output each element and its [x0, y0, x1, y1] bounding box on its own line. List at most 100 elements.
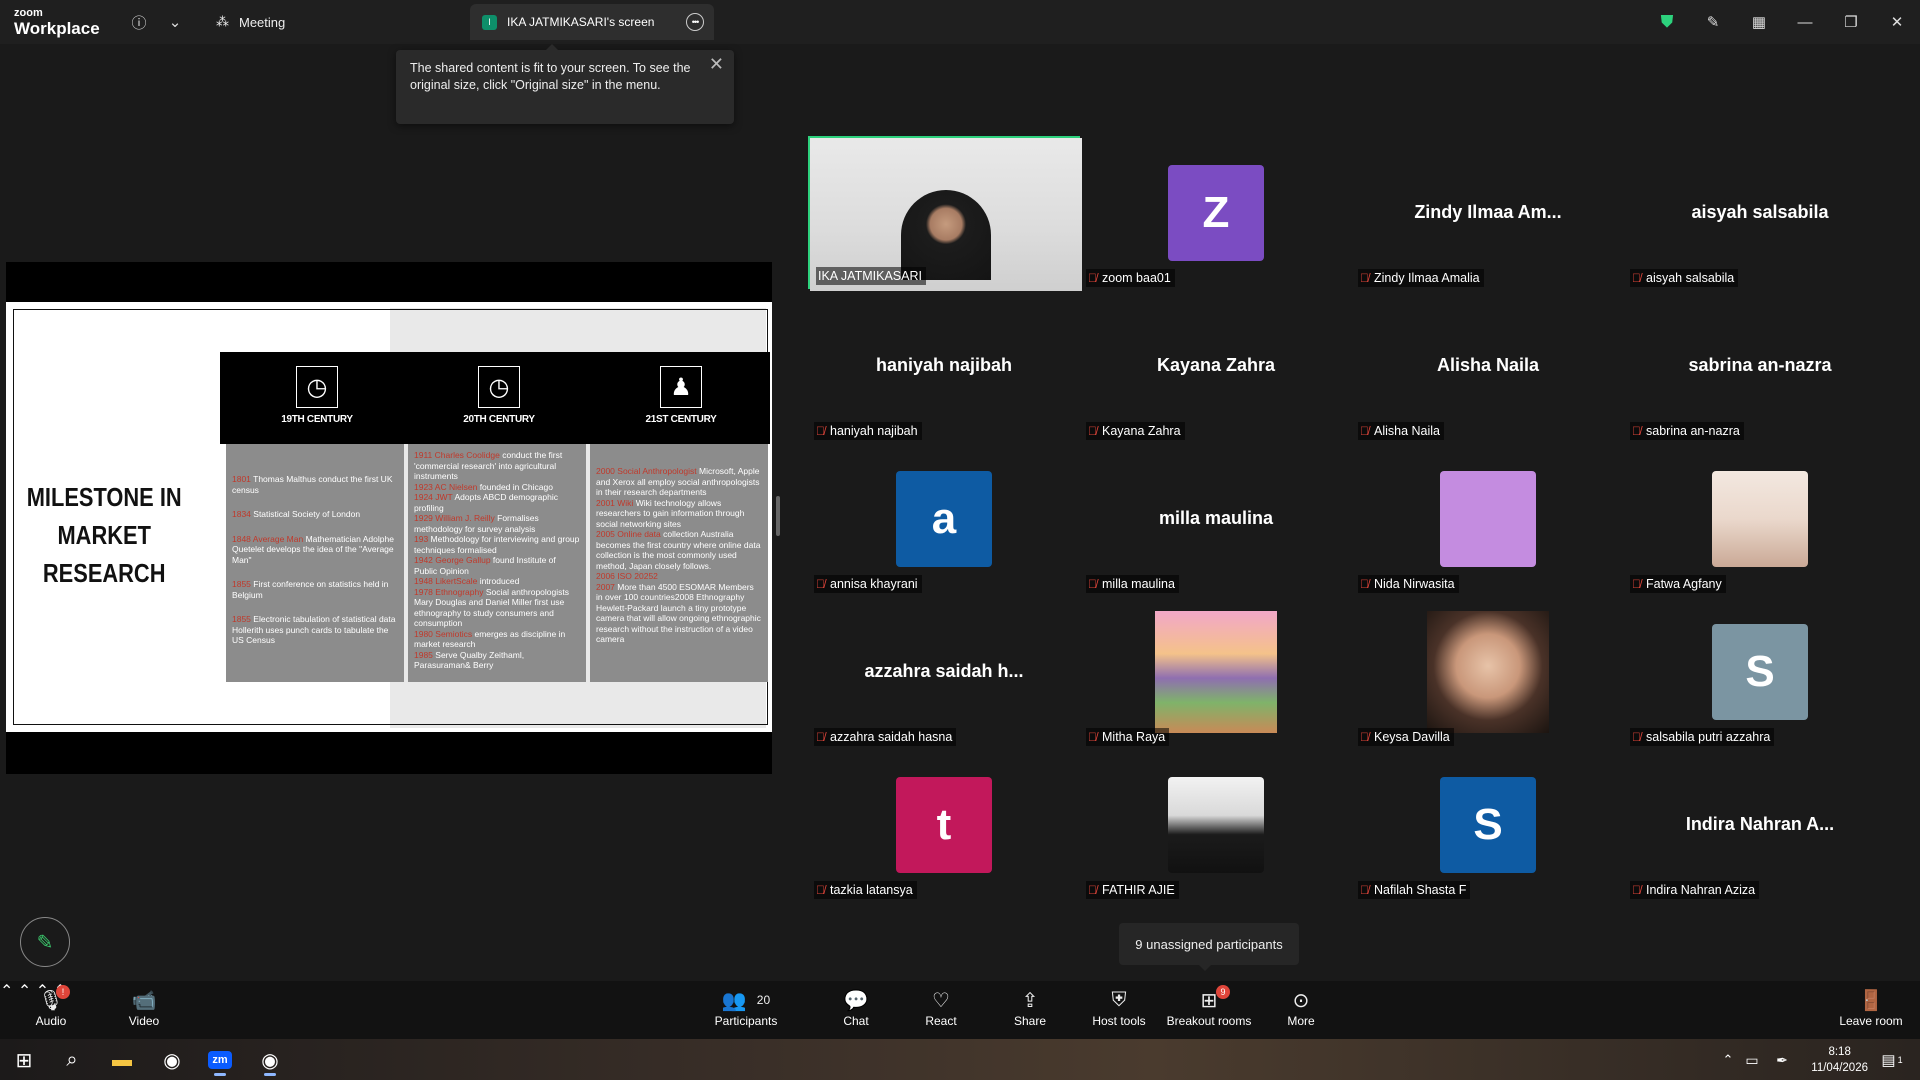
unassigned-participants-tooltip: 9 unassigned participants [1119, 923, 1299, 971]
layout-icon[interactable]: ▦ [1736, 0, 1782, 44]
screen-share-tab[interactable]: I IKA JATMIKASARI's screen ••• [470, 4, 714, 40]
participant-name: IKA JATMIKASARI [818, 269, 922, 283]
timeline-year: 1985 [414, 649, 436, 660]
close-icon[interactable]: ✕ [709, 55, 724, 73]
participant-name-label: 🎙̸ salsabila putri azzahra [1630, 728, 1775, 746]
mic-muted-icon: 🎙̸ [1632, 883, 1641, 897]
participant-tile[interactable]: 🎙̸ Nida Nirwasita [1352, 442, 1624, 595]
participant-tile[interactable]: t 🎙̸ tazkia latansya [808, 748, 1080, 901]
share-icon: ⇪ [1021, 989, 1039, 1012]
participant-tile[interactable]: 🎙̸ Keysa Davilla [1352, 595, 1624, 748]
participant-name: salsabila putri azzahra [1646, 730, 1771, 744]
breakout-grid-icon: ⊞ 9 [1164, 985, 1254, 1013]
participant-display-name: azzahra saidah h... [864, 661, 1024, 681]
audio-button[interactable]: 🎙! Audio [6, 985, 96, 1037]
participant-name-label: 🎙̸ zoom baa01 [1086, 269, 1175, 287]
participants-label: Participants [714, 1014, 778, 1028]
participant-tile[interactable]: 🎙̸ Fatwa Agfany [1624, 442, 1896, 595]
column-header: ♟ 21ST CENTURY [592, 352, 770, 444]
more-button[interactable]: ⊙ More [1256, 987, 1346, 1037]
split-handle[interactable] [776, 496, 780, 536]
fit-screen-tooltip: The shared content is fit to your screen… [396, 44, 734, 124]
chrome-icon-2[interactable]: ◉ [250, 1043, 290, 1077]
participant-name: aisyah salsabila [1646, 271, 1735, 285]
participant-name-label: 🎙̸ Nida Nirwasita [1358, 575, 1459, 593]
chrome-icon[interactable]: ◉ [152, 1043, 192, 1077]
timeline-year: 1911 Charles Coolidge [414, 450, 503, 460]
participant-tile[interactable]: milla maulina 🎙̸ milla maulina [1080, 442, 1352, 595]
avatar: a [896, 470, 992, 567]
leave-icon: 🚪 [1858, 989, 1884, 1012]
mic-muted-icon: 🎙̸ [1360, 271, 1369, 285]
participant-tile[interactable]: Indira Nahran A... 🎙̸ Indira Nahran Aziza [1624, 748, 1896, 901]
breakout-badge: 9 [1216, 985, 1230, 999]
participant-display [1080, 748, 1352, 901]
close-icon[interactable]: ✕ [1874, 0, 1920, 44]
host-tools-button[interactable]: ⛨ Host tools [1074, 987, 1164, 1037]
participant-display: milla maulina [1080, 442, 1352, 595]
shield-icon[interactable]: ⛊ [1644, 0, 1690, 44]
speaker-video [901, 189, 991, 280]
participant-tile[interactable]: azzahra saidah h... 🎙̸ azzahra saidah hasn… [808, 595, 1080, 748]
participants-button[interactable]: 👥 20 Participants [701, 987, 791, 1037]
video-button[interactable]: 📹 Video [99, 987, 189, 1037]
participant-tile[interactable]: a 🎙̸ annisa khayrani [808, 442, 1080, 595]
timeline-entry: 2007 More than 4500 ESOMAR Members in ov… [596, 582, 762, 645]
timeline-year: 1855 [232, 579, 254, 589]
breakout-rooms-button[interactable]: ⊞ 9 Breakout rooms [1164, 985, 1254, 1037]
react-button[interactable]: ♡ React [896, 987, 986, 1037]
shared-screen: MILESTONE IN MARKET RESEARCH ◷ 19TH CENTU… [6, 262, 772, 774]
share-button[interactable]: ⇪ Share [985, 987, 1075, 1037]
logo-top: zoom [14, 7, 43, 19]
chevron-down-icon[interactable]: ⌄ [164, 11, 186, 33]
clock[interactable]: 8:18 11/04/2026 [1811, 1044, 1868, 1076]
notification-icon[interactable]: ▤ 1 [1872, 1043, 1912, 1077]
search-icon[interactable]: ⌕ [52, 1043, 92, 1077]
more-options-icon[interactable]: ••• [686, 13, 704, 31]
maximize-icon[interactable]: ❐ [1828, 0, 1874, 44]
timeline-year: 193 [414, 534, 431, 544]
participant-display-name: Zindy Ilmaa Am... [1414, 202, 1562, 222]
participant-tile[interactable]: S 🎙̸ salsabila putri azzahra [1624, 595, 1896, 748]
mic-muted-icon: 🎙̸ [1632, 730, 1641, 744]
timeline-text: Thomas Malthus conduct the first UK cens… [232, 474, 393, 495]
participant-tile[interactable]: 🎙̸ Mitha Raya [1080, 595, 1352, 748]
people-icon: ♟ [660, 366, 702, 408]
info-icon[interactable]: ⓘ [128, 11, 150, 33]
timeline-year: 1929 William J. Reilly [414, 513, 498, 523]
host-tools-label: Host tools [1092, 1014, 1146, 1028]
notification-count: 1 [1897, 1055, 1903, 1065]
annotate-pencil-button[interactable]: ✎ [20, 917, 70, 967]
participant-tile[interactable]: S 🎙̸ Nafilah Shasta F [1352, 748, 1624, 901]
participant-display-name: sabrina an-nazra [1688, 355, 1832, 375]
meeting-tab[interactable]: ⁂ Meeting [216, 10, 285, 34]
minimize-icon[interactable]: — [1782, 0, 1828, 44]
timeline-text: Statistical Society of London [253, 509, 361, 519]
chat-button[interactable]: 💬 Chat [811, 987, 901, 1037]
avatar: Z [1168, 164, 1264, 261]
timeline-year: 1923 AC Nielsen [414, 481, 480, 492]
windows-start-icon[interactable]: ⊞ [4, 1043, 44, 1077]
meeting-icon: ⁂ [216, 14, 229, 29]
participant-tile[interactable]: 🎙̸ FATHIR AJIE [1080, 748, 1352, 901]
column-header-label: 19TH CENTURY [281, 414, 353, 425]
participant-tile[interactable]: haniyah najibah 🎙̸ haniyah najibah [808, 289, 1080, 442]
profile-photo [1168, 776, 1264, 873]
mic-muted-icon: 🎙̸ [816, 883, 825, 897]
participant-tile[interactable]: IKA JATMIKASARI [808, 136, 1082, 291]
zoom-taskbar-icon[interactable]: zm [200, 1043, 240, 1077]
window-controls: ⛊ ✎ ▦ — ❐ ✕ [1644, 0, 1920, 44]
clock-icon: ◷ [478, 366, 520, 408]
timeline-entry: 1929 William J. Reilly Formalises method… [414, 513, 580, 534]
participant-tile[interactable]: Alisha Naila 🎙̸ Alisha Naila [1352, 289, 1624, 442]
pen-icon[interactable]: ✎ [1690, 0, 1736, 44]
participant-tile[interactable]: sabrina an-nazra 🎙̸ sabrina an-nazra [1624, 289, 1896, 442]
participant-tile[interactable]: Kayana Zahra 🎙̸ Kayana Zahra [1080, 289, 1352, 442]
file-explorer-icon[interactable]: ▬ [102, 1043, 142, 1077]
pen-tray-icon[interactable]: ✒ [1762, 1043, 1802, 1077]
participant-tile[interactable]: aisyah salsabila 🎙̸ aisyah salsabila [1624, 136, 1896, 289]
participant-tile[interactable]: Z 🎙̸ zoom baa01 [1080, 136, 1352, 289]
leave-room-button[interactable]: 🚪 Leave room [1826, 987, 1916, 1037]
participant-tile[interactable]: Zindy Ilmaa Am... 🎙̸ Zindy Ilmaa Amalia [1352, 136, 1624, 289]
timeline-column: 1801 Thomas Malthus conduct the first UK… [226, 444, 404, 682]
